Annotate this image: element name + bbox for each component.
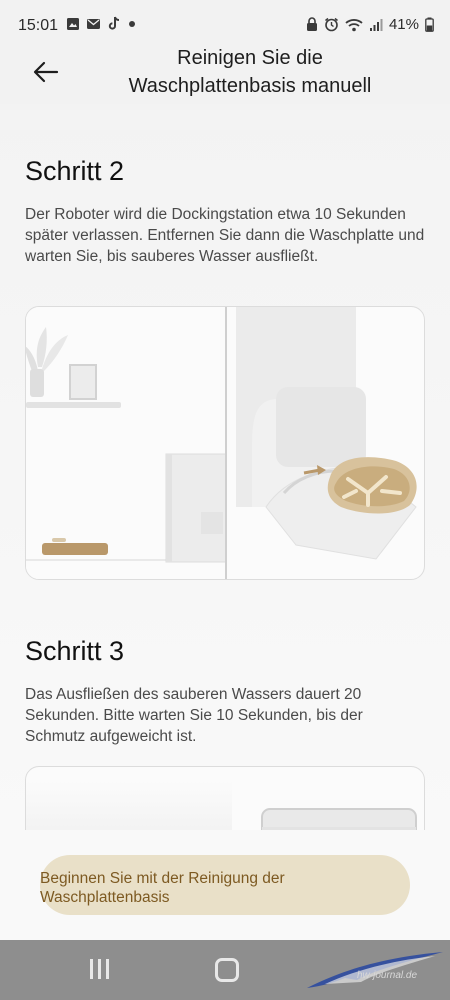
step-2-text: Der Roboter wird die Dockingstation etwa… <box>25 206 425 265</box>
step-3-title: Schritt 3 <box>25 636 125 666</box>
start-cleaning-button[interactable]: Beginnen Sie mit der Reinigung der Wasch… <box>40 855 410 915</box>
scroll-content[interactable]: Schritt 2 Der Roboter wird die Dockingst… <box>0 104 450 830</box>
page-title-line1: Reinigen Sie die <box>177 47 323 69</box>
status-time: 15:01 <box>18 17 59 34</box>
message-icon <box>87 18 100 29</box>
home-icon[interactable] <box>215 958 239 982</box>
step-3-text: Das Ausfließen des sauberen Wassers daue… <box>25 686 363 745</box>
lock-icon <box>306 17 317 31</box>
alarm-icon <box>325 17 338 32</box>
tiktok-icon <box>108 16 120 30</box>
start-cleaning-button-line2: Waschplattenbasis <box>40 889 170 906</box>
step-2-title: Schritt 2 <box>25 156 125 186</box>
gallery-icon <box>67 17 79 30</box>
wifi-icon <box>345 18 363 31</box>
step-3-illustration <box>25 766 425 830</box>
system-icons: 41% <box>306 16 434 33</box>
bottom-action-area: Beginnen Sie mit der Reinigung der Wasch… <box>0 830 450 940</box>
step-2-illustration <box>25 306 425 580</box>
battery-percentage: 41% <box>388 16 419 33</box>
recents-icon[interactable] <box>90 959 109 979</box>
page-title-line2: Waschplattenbasis manuell <box>128 75 372 97</box>
arrow-left-icon[interactable] <box>30 56 62 88</box>
app-header: Reinigen Sie die Waschplattenbasis manue… <box>0 42 450 104</box>
battery-icon <box>425 17 434 32</box>
page-title: Reinigen Sie die Waschplattenbasis manue… <box>70 44 430 100</box>
signal-icon <box>369 18 383 31</box>
step-3-illustration-graphic <box>26 781 417 830</box>
start-cleaning-button-line1: Beginnen Sie mit der Reinigung der <box>40 870 285 887</box>
docking-station-illustration <box>26 307 417 579</box>
notification-icons <box>66 16 136 31</box>
dot-icon <box>129 20 135 27</box>
watermark-logo <box>307 952 443 988</box>
watermark-text: hw-journal.de <box>357 970 418 981</box>
